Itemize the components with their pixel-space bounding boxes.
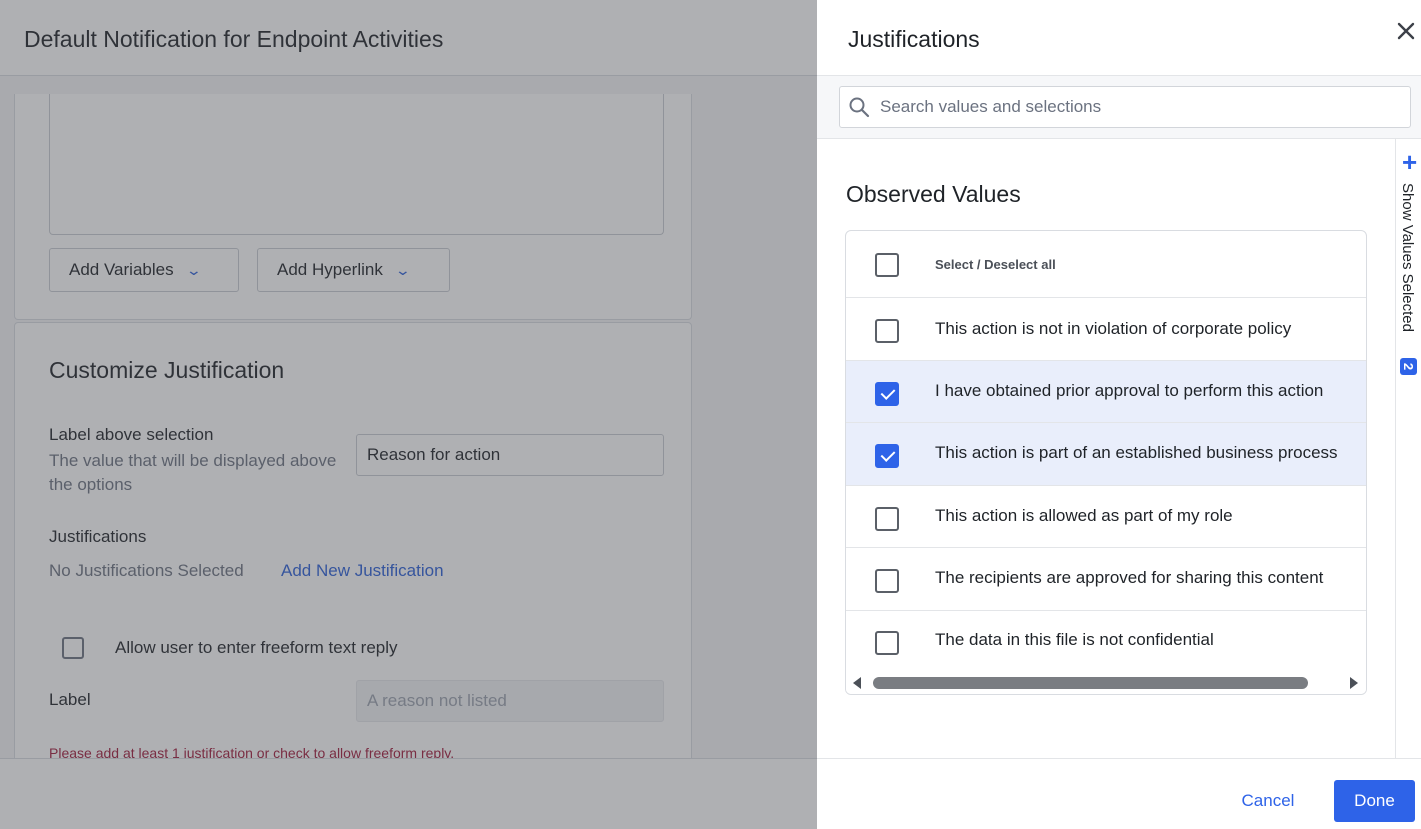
row-checkbox[interactable] [875,631,899,655]
selected-count-badge: 2 [1400,358,1417,375]
panel-content: Observed Values Select / Deselect all Th… [817,139,1395,758]
row-label: This action is allowed as part of my rol… [935,506,1233,525]
panel-footer: Cancel Done [817,758,1421,829]
observed-values-title: Observed Values [846,181,1021,207]
horizontal-scrollbar[interactable] [846,669,1366,694]
row-label: The data in this file is not confidentia… [935,630,1214,649]
search-icon [848,96,870,118]
table-row[interactable]: The data in this file is not confidentia… [846,611,1366,669]
row-label: The recipients are approved for sharing … [935,568,1324,587]
scroll-left-icon[interactable] [853,677,861,689]
select-all-row[interactable]: Select / Deselect all [846,231,1366,298]
selected-count: 2 [1400,362,1416,371]
table-row[interactable]: This action is allowed as part of my rol… [846,486,1366,548]
scrollbar-thumb[interactable] [873,677,1308,689]
select-all-label: Select / Deselect all [935,257,1056,272]
table-row[interactable]: I have obtained prior approval to perfor… [846,361,1366,423]
panel-title: Justifications [848,26,980,52]
table-row[interactable]: This action is part of an established bu… [846,423,1366,486]
search-box[interactable] [839,86,1411,128]
table-row[interactable]: The recipients are approved for sharing … [846,548,1366,611]
row-checkbox[interactable] [875,319,899,343]
search-bar [817,76,1421,139]
row-label: This action is part of an established bu… [935,443,1338,462]
row-checkbox[interactable] [875,382,899,406]
row-label: This action is not in violation of corpo… [935,319,1292,338]
panel-header: Justifications [817,0,1421,76]
scroll-right-icon[interactable] [1350,677,1358,689]
plus-icon: + [1402,147,1418,177]
done-button[interactable]: Done [1334,780,1415,822]
show-values-selected-tab[interactable]: + Show Values Selected 2 [1395,139,1421,758]
row-checkbox[interactable] [875,444,899,468]
search-input[interactable] [880,97,1380,117]
justifications-panel: Justifications Observed Values Select / … [817,0,1421,829]
row-checkbox[interactable] [875,507,899,531]
cancel-button[interactable]: Cancel [1226,781,1310,821]
modal-backdrop[interactable] [0,0,817,829]
observed-values-table: Select / Deselect all This action is not… [845,230,1367,695]
select-all-checkbox[interactable] [875,253,899,277]
row-label: I have obtained prior approval to perfor… [935,381,1324,400]
close-icon[interactable] [1395,20,1417,42]
table-row[interactable]: This action is not in violation of corpo… [846,298,1366,361]
row-checkbox[interactable] [875,569,899,593]
show-values-selected-label: Show Values Selected [1399,183,1416,332]
background-page: Default Notification for Endpoint Activi… [0,0,817,829]
